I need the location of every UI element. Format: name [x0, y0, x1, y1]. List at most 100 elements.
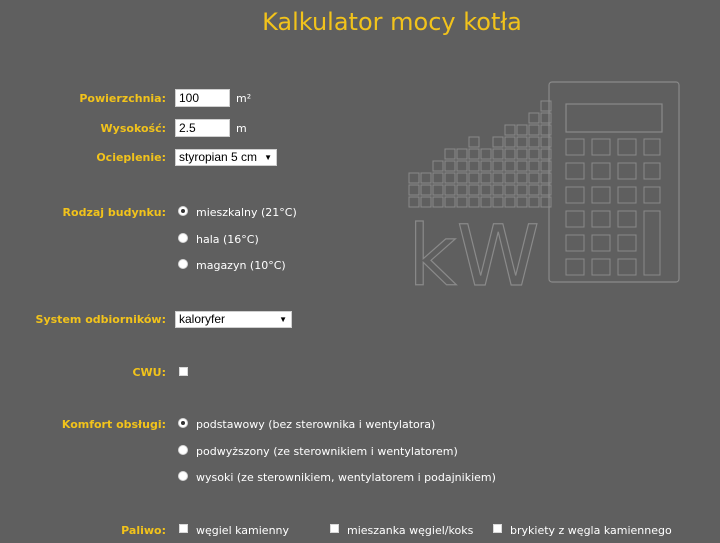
decor-key	[617, 210, 637, 228]
decor-square	[516, 124, 528, 136]
decor-key	[591, 162, 611, 180]
decor-key	[565, 162, 585, 180]
decor-square	[528, 172, 540, 184]
decor-square	[468, 160, 480, 172]
decor-square	[480, 148, 492, 160]
building-type-option-1: hala (16°C)	[196, 233, 259, 246]
decor-square	[480, 160, 492, 172]
decor-key	[617, 138, 637, 156]
fuel-checkbox-2[interactable]	[493, 524, 502, 533]
decor-square	[516, 148, 528, 160]
decor-key	[617, 258, 637, 276]
decor-square	[492, 184, 504, 196]
fuel-checkbox-1[interactable]	[330, 524, 339, 533]
height-input[interactable]: 2.5	[175, 119, 230, 137]
decor-square	[456, 196, 468, 208]
building-type-radio-1[interactable]	[178, 233, 188, 243]
decor-square	[480, 196, 492, 208]
building-type-radio-0[interactable]	[178, 206, 188, 216]
decor-square	[480, 184, 492, 196]
decor-square	[444, 148, 456, 160]
decor-square	[444, 160, 456, 172]
decor-square	[444, 172, 456, 184]
decor-square	[492, 196, 504, 208]
insulation-selected-value: styropian 5 cm	[179, 150, 258, 164]
cwu-label: CWU:	[132, 366, 166, 379]
kw-calculator-icon: kW	[407, 81, 680, 306]
comfort-label: Komfort obsługi:	[61, 418, 166, 431]
fuel-option-2: brykiety z węgla kamiennego	[510, 524, 672, 537]
insulation-select[interactable]: styropian 5 cm ▼	[175, 149, 277, 166]
kw-text: kW	[408, 207, 540, 305]
decor-square	[432, 160, 444, 172]
decor-square	[492, 172, 504, 184]
building-type-option-2: magazyn (10°C)	[196, 259, 286, 272]
decor-key	[591, 210, 611, 228]
comfort-radio-1[interactable]	[178, 445, 188, 455]
chevron-down-icon: ▼	[264, 153, 272, 162]
area-unit: m²	[236, 92, 252, 105]
decor-square	[528, 136, 540, 148]
cwu-checkbox[interactable]	[179, 367, 188, 376]
decor-square	[528, 196, 540, 208]
decor-key	[591, 258, 611, 276]
decor-key	[591, 234, 611, 252]
fuel-checkbox-0[interactable]	[179, 524, 188, 533]
decor-square	[456, 184, 468, 196]
decor-square	[408, 184, 420, 196]
decor-square	[504, 136, 516, 148]
decor-square	[528, 124, 540, 136]
decor-square	[516, 160, 528, 172]
decor-square	[516, 136, 528, 148]
decor-square	[528, 112, 540, 124]
decor-square	[492, 160, 504, 172]
area-label: Powierzchnia:	[79, 92, 166, 105]
decor-key	[617, 186, 637, 204]
decor-square	[504, 148, 516, 160]
comfort-radio-0[interactable]	[178, 418, 188, 428]
decor-square	[468, 148, 480, 160]
decor-key	[565, 258, 585, 276]
fuel-label: Paliwo:	[121, 524, 166, 537]
decor-key	[565, 138, 585, 156]
decor-key	[591, 138, 611, 156]
decor-square	[516, 184, 528, 196]
decor-square	[468, 172, 480, 184]
decor-square	[408, 172, 420, 184]
decor-key	[643, 186, 661, 204]
decor-square	[504, 160, 516, 172]
insulation-label: Ocieplenie:	[96, 151, 166, 164]
decor-square	[456, 172, 468, 184]
decor-square	[432, 172, 444, 184]
decor-key	[643, 138, 661, 156]
comfort-radio-2[interactable]	[178, 471, 188, 481]
comfort-option-1: podwyższony (ze sterownikiem i wentylato…	[196, 445, 458, 458]
chevron-down-icon: ▼	[279, 315, 287, 324]
decor-square	[528, 160, 540, 172]
decor-square	[432, 196, 444, 208]
receivers-select[interactable]: kaloryfer ▼	[175, 311, 292, 328]
decor-key	[591, 186, 611, 204]
comfort-option-0: podstawowy (bez sterownika i wentylatora…	[196, 418, 436, 431]
decor-square	[444, 184, 456, 196]
decor-square	[516, 196, 528, 208]
area-input[interactable]: 100	[175, 89, 230, 107]
decor-key	[643, 210, 661, 276]
comfort-option-2: wysoki (ze sterownikiem, wentylatorem i …	[196, 471, 496, 484]
decor-square	[456, 148, 468, 160]
decor-square	[456, 160, 468, 172]
height-label: Wysokość:	[100, 122, 166, 135]
fuel-option-0: węgiel kamienny	[196, 524, 290, 537]
decor-key	[643, 162, 661, 180]
decor-square	[468, 184, 480, 196]
building-type-radio-2[interactable]	[178, 259, 188, 269]
decor-key	[565, 186, 585, 204]
decor-square	[492, 136, 504, 148]
decor-square	[504, 184, 516, 196]
receivers-selected-value: kaloryfer	[179, 312, 226, 326]
decor-key	[565, 234, 585, 252]
decor-key	[617, 234, 637, 252]
decor-square	[504, 196, 516, 208]
decor-square	[468, 136, 480, 148]
building-type-option-0: mieszkalny (21°C)	[196, 206, 297, 219]
